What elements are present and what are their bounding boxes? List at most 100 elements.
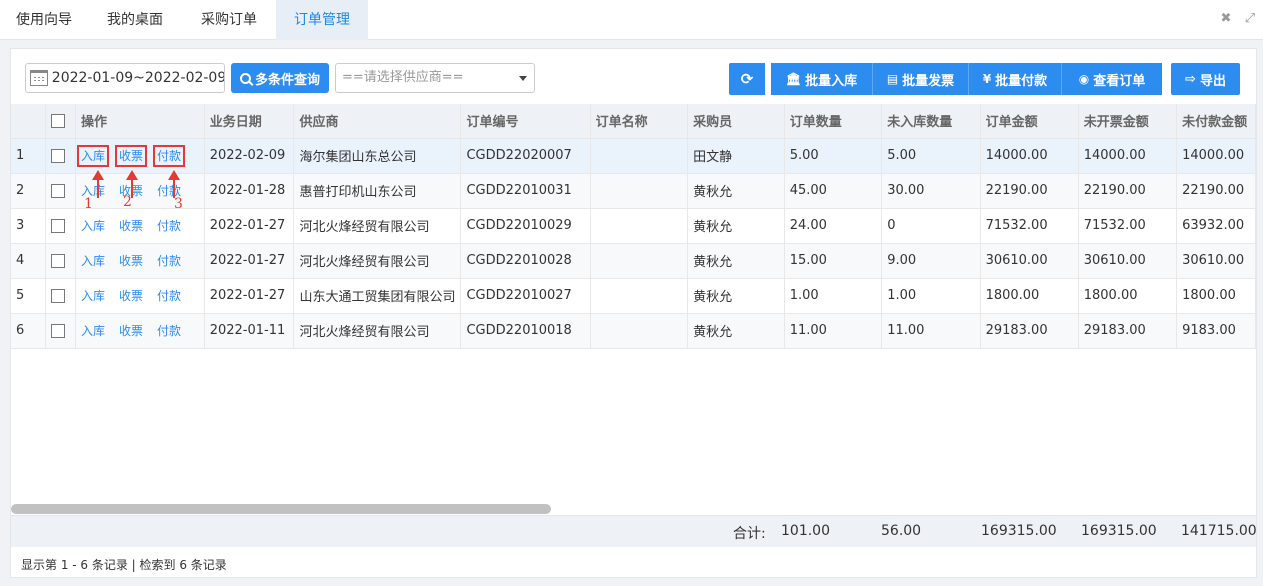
header-col[interactable]: 采购员: [687, 104, 785, 139]
table-row[interactable]: 4 入库 收票 付款 2022-01-27 河北火烽经贸有限公司 CGDD22010028 黄…: [11, 243, 1256, 279]
uninvoiced-amount: 30610.00: [1078, 243, 1178, 279]
receive-invoice-link[interactable]: 收票: [119, 254, 143, 268]
receive-invoice-link[interactable]: 收票: [119, 324, 143, 338]
payment-link[interactable]: 付款: [157, 254, 181, 268]
receive-invoice-link[interactable]: 收票: [114, 145, 148, 167]
supplier: 河北火烽经贸有限公司: [293, 313, 462, 349]
action-button-group: ⟳ 🏛 批量入库 ▤ 批量发票 ¥ 批量付款 ◉ 查看订单: [729, 63, 1162, 95]
multi-condition-query-button[interactable]: 多条件查询: [231, 63, 329, 93]
order-amount: 30610.00: [980, 243, 1079, 279]
refresh-button[interactable]: ⟳: [729, 63, 765, 95]
header-col[interactable]: 未付款金额: [1176, 104, 1256, 139]
export-button[interactable]: ⇨ 导出: [1171, 63, 1240, 95]
totals-label: 合计:: [733, 526, 766, 542]
row-number: 2: [11, 173, 47, 209]
row-operations: 入库收票付款: [75, 278, 205, 314]
row-checkbox[interactable]: [51, 288, 66, 303]
yen-icon: ¥: [982, 72, 992, 86]
supplier: 山东大通工贸集团有限公司: [293, 278, 462, 314]
total-amount: 169315.00: [981, 523, 1057, 539]
header-col[interactable]: 业务日期: [204, 104, 295, 139]
header-col[interactable]: 订单名称: [590, 104, 689, 139]
unpaid-amount: 22190.00: [1176, 173, 1256, 209]
business-date: 2022-01-28: [204, 173, 295, 209]
order-name: [590, 278, 689, 314]
row-checkbox[interactable]: [51, 253, 66, 268]
fullscreen-icon[interactable]: ⤢: [1243, 12, 1257, 26]
supplier-select[interactable]: ==请选择供应商==: [335, 63, 535, 93]
pending-qty: 9.00: [881, 243, 981, 279]
row-operations: 入库收票付款: [75, 208, 205, 244]
header-col[interactable]: 订单金额: [980, 104, 1079, 139]
batch-stock-in-label: 批量入库: [805, 73, 858, 89]
tab-purchase-order[interactable]: 采购订单: [182, 0, 276, 40]
order-code: CGDD22010031: [460, 173, 591, 209]
row-checkbox[interactable]: [51, 218, 66, 233]
table-row[interactable]: 2入库收票付款2022-01-28惠普打印机山东公司CGDD22010031黄秋…: [11, 173, 1256, 209]
row-select[interactable]: [45, 208, 76, 244]
stock-in-link[interactable]: 入库: [81, 254, 105, 268]
tab-guide[interactable]: 使用向导: [0, 0, 88, 40]
stock-in-link[interactable]: 入库: [76, 145, 110, 167]
header-col[interactable]: 未开票金额: [1078, 104, 1178, 139]
order-amount: 1800.00: [980, 278, 1079, 314]
row-select[interactable]: [45, 313, 76, 349]
receive-invoice-link[interactable]: 收票: [119, 219, 143, 233]
row-number: 5: [11, 278, 47, 314]
header-select-all[interactable]: [45, 104, 76, 139]
row-select[interactable]: [45, 138, 76, 174]
payment-link[interactable]: 付款: [157, 324, 181, 338]
order-name: [590, 138, 689, 174]
uninvoiced-amount: 29183.00: [1078, 313, 1178, 349]
stock-in-link[interactable]: 入库: [81, 324, 105, 338]
table-row[interactable]: 5 入库 收票 付款 2022-01-27 山东大通工贸集团有限公司 CGDD2201002…: [11, 278, 1256, 314]
stock-in-link[interactable]: 入库: [81, 219, 105, 233]
order-amount: 22190.00: [980, 173, 1079, 209]
row-checkbox[interactable]: [51, 323, 66, 338]
date-range-input[interactable]: 2022-01-09~2022-02-09: [25, 63, 225, 93]
row-checkbox[interactable]: [51, 148, 66, 163]
unpaid-amount: 14000.00: [1176, 138, 1256, 174]
row-select[interactable]: [45, 278, 76, 314]
payment-link[interactable]: 付款: [157, 219, 181, 233]
horizontal-scrollbar[interactable]: [11, 504, 551, 514]
batch-stock-in-button[interactable]: 🏛 批量入库: [771, 63, 873, 95]
header-col[interactable]: 未入库数量: [881, 104, 981, 139]
annotation-arrow: [92, 170, 104, 198]
header-col[interactable]: 订单编号: [460, 104, 591, 139]
order-amount: 14000.00: [980, 138, 1079, 174]
uninvoiced-amount: 1800.00: [1078, 278, 1178, 314]
view-order-button[interactable]: ◉ 查看订单: [1062, 63, 1162, 95]
select-all-checkbox[interactable]: [51, 113, 66, 128]
row-checkbox[interactable]: [51, 183, 66, 198]
row-select[interactable]: [45, 173, 76, 209]
row-operations: 入库收票付款: [75, 138, 205, 174]
annotation-number: 3: [174, 196, 183, 212]
table-row[interactable]: 3 入库 收票 付款 2022-01-27 河北火烽经贸有限公司 CGDD22010029 黄…: [11, 208, 1256, 244]
header-col[interactable]: 供应商: [293, 104, 462, 139]
uninvoiced-amount: 14000.00: [1078, 138, 1178, 174]
receive-invoice-link[interactable]: 收票: [119, 289, 143, 303]
pending-qty: 0: [881, 208, 981, 244]
uninvoiced-amount: 22190.00: [1078, 173, 1178, 209]
bank-icon: 🏛: [785, 72, 802, 86]
buyer: 黄秋允: [687, 243, 785, 279]
header-col[interactable]: 订单数量: [784, 104, 883, 139]
search-icon: [239, 72, 251, 84]
tab-order-management[interactable]: 订单管理: [276, 0, 368, 40]
order-code: CGDD22010028: [460, 243, 591, 279]
tab-desktop[interactable]: 我的桌面: [88, 0, 182, 40]
order-table: 操作 业务日期 供应商 订单编号 订单名称 采购员 订单数量 未入库数量 订单金…: [11, 104, 1256, 349]
annotation-number: 2: [123, 194, 132, 210]
close-icon[interactable]: ✖: [1219, 12, 1233, 26]
batch-payment-button[interactable]: ¥ 批量付款: [969, 63, 1062, 95]
table-row[interactable]: 6 入库 收票 付款 2022-01-11 河北火烽经贸有限公司 CGDD22010018 黄…: [11, 313, 1256, 349]
stock-in-link[interactable]: 入库: [81, 289, 105, 303]
payment-link[interactable]: 付款: [157, 289, 181, 303]
batch-invoice-button[interactable]: ▤ 批量发票: [873, 63, 969, 95]
table-row[interactable]: 1 入库 收票 付款 2022-02-09 海尔集团山东总公司 CGDD22020007 田文…: [11, 138, 1256, 174]
row-operations: 入库收票付款: [75, 243, 205, 279]
row-select[interactable]: [45, 243, 76, 279]
payment-link[interactable]: 付款: [153, 145, 186, 167]
header-col: 操作: [75, 104, 205, 139]
